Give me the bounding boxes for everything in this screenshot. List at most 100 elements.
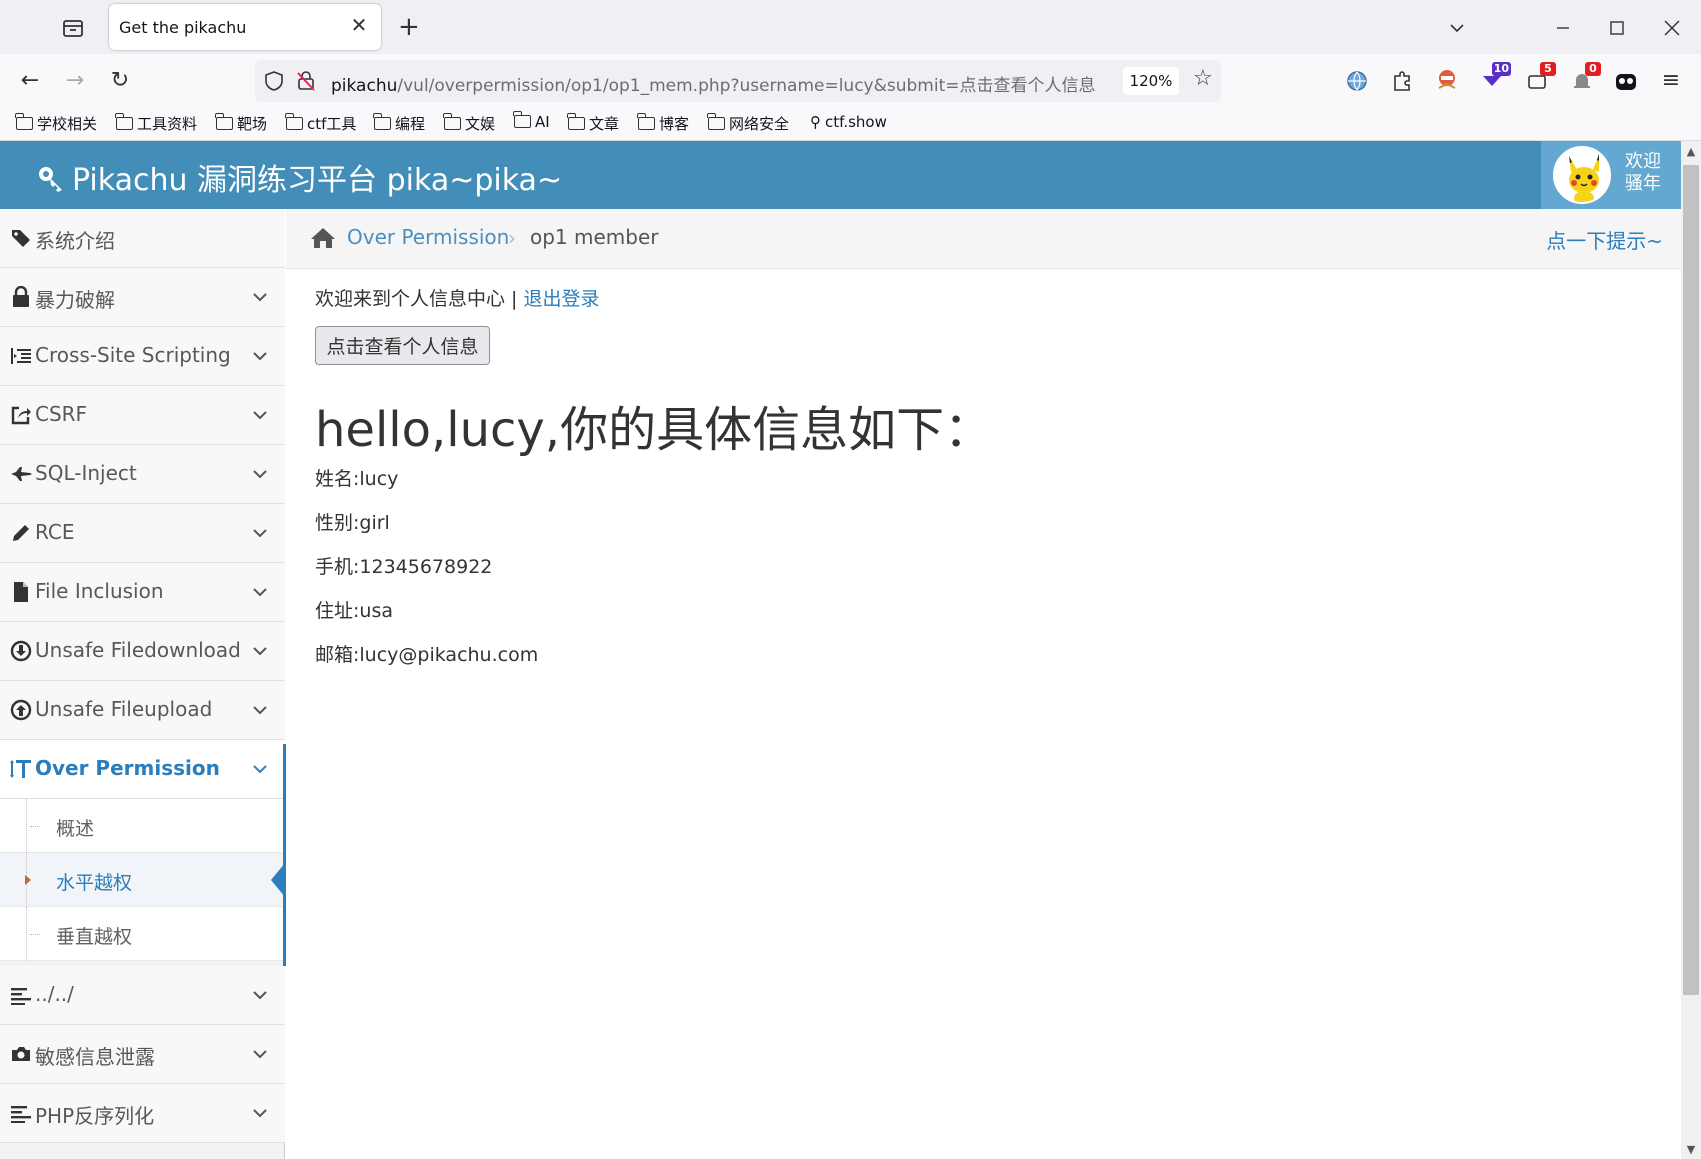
welcome-line-1: 欢迎 — [1625, 151, 1661, 172]
menu-icon[interactable]: ≡ — [1656, 66, 1686, 96]
sidebar-item-brute-force[interactable]: 暴力破解 — [0, 268, 285, 327]
tree-line — [26, 799, 27, 853]
sidebar-item-rce[interactable]: RCE — [0, 504, 285, 563]
folder-icon — [707, 113, 725, 130]
sidebar-sub-item-vertical[interactable]: 垂直越权 — [0, 907, 285, 961]
bookmark-folder[interactable]: 靶场 — [215, 113, 267, 134]
page-header: Pikachu 漏洞练习平台 pika~pika~ 欢迎 骚年 — [0, 141, 1681, 209]
back-icon[interactable]: ← — [15, 66, 45, 96]
sidebar-item-over-permission[interactable]: Over Permission — [0, 740, 285, 799]
monitor-extension-icon[interactable]: 5 — [1524, 62, 1556, 94]
breadcrumb-link-over-permission[interactable]: Over Permission — [347, 225, 509, 249]
sidebar-sub-item-horizontal[interactable]: 水平越权 — [0, 853, 285, 907]
scroll-down-icon[interactable]: ▼ — [1684, 1143, 1698, 1156]
sidebar-item-label: CSRF — [35, 402, 88, 426]
forward-icon[interactable]: → — [60, 66, 90, 96]
bookmark-folder[interactable]: 网络安全 — [707, 113, 789, 134]
sidebar-item-intro[interactable]: 系统介绍 — [0, 209, 285, 268]
tab-list-icon[interactable] — [60, 16, 86, 40]
scroll-thumb[interactable] — [1683, 165, 1699, 995]
sidebar-sub-item-overview[interactable]: 概述 — [0, 799, 285, 853]
tags-icon — [12, 230, 30, 247]
stop-extension-icon[interactable] — [1434, 68, 1460, 94]
sidebar-item-unsafe-filedownload[interactable]: Unsafe Filedownload — [0, 622, 285, 681]
new-tab-icon[interactable]: + — [398, 12, 420, 42]
home-icon[interactable] — [310, 226, 336, 250]
bell-badge: 0 — [1585, 62, 1601, 76]
bookmark-label: AI — [535, 113, 550, 131]
bookmark-label: 文娱 — [465, 115, 496, 133]
bookmark-label: ctf.show — [825, 113, 887, 131]
folder-icon — [637, 113, 655, 130]
sidebar-item-xss[interactable]: Cross-Site Scripting — [0, 327, 285, 386]
scroll-up-icon[interactable]: ▲ — [1684, 145, 1698, 158]
list-indent-icon — [11, 348, 31, 364]
tab-overflow-chevron-icon[interactable] — [1443, 14, 1471, 42]
folder-icon — [567, 113, 585, 130]
welcome-line: 欢迎来到个人信息中心 | 退出登录 — [315, 284, 600, 311]
insecure-lock-icon[interactable] — [295, 70, 317, 92]
view-info-button[interactable]: 点击查看个人信息 — [315, 326, 490, 365]
sidebar-item-csrf[interactable]: CSRF — [0, 386, 285, 445]
download-circle-icon — [10, 640, 32, 662]
bell-extension-icon[interactable]: 0 — [1569, 62, 1601, 94]
folder-icon — [115, 113, 133, 130]
close-window-icon[interactable] — [1658, 14, 1686, 42]
chevron-down-icon — [253, 588, 267, 597]
sidebar-item-php-unserialize[interactable]: PHP反序列化 — [0, 1084, 285, 1143]
pikachu-avatar-icon — [1569, 154, 1599, 202]
logout-link[interactable]: 退出登录 — [523, 288, 599, 310]
bookmark-label: 编程 — [395, 115, 426, 133]
bookmark-folder[interactable]: ctf工具 — [285, 113, 356, 134]
chevron-down-icon — [253, 293, 267, 302]
bookmark-folder[interactable]: 学校相关 — [15, 113, 97, 134]
url-text[interactable]: pikachu/vul/overpermission/op1/op1_mem.p… — [331, 71, 1095, 96]
tab-close-icon[interactable]: ✕ — [347, 13, 371, 37]
tree-line — [26, 907, 27, 961]
bookmark-folder[interactable]: AI — [513, 111, 550, 131]
user-menu[interactable]: 欢迎 骚年 — [1541, 141, 1681, 209]
brand[interactable]: Pikachu 漏洞练习平台 pika~pika~ — [36, 155, 562, 199]
bookmark-folder[interactable]: 文章 — [567, 113, 620, 134]
bookmark-folder[interactable]: 工具资料 — [115, 113, 197, 134]
bookmark-star-icon[interactable]: ☆ — [1193, 66, 1213, 91]
minimize-icon[interactable] — [1549, 14, 1577, 42]
sidebar: 系统介绍 暴力破解 Cross-Site Scripting CSRF SQL-… — [0, 209, 285, 1159]
puzzle-extension-icon[interactable] — [1389, 68, 1415, 94]
bookmark-folder[interactable]: 编程 — [373, 113, 426, 134]
reload-icon[interactable]: ↻ — [105, 66, 135, 96]
folder-icon — [215, 113, 233, 130]
sidebar-item-file-inclusion[interactable]: File Inclusion — [0, 563, 285, 622]
bookmark-link[interactable]: ⚲ ctf.show — [810, 113, 887, 131]
globe-extension-icon[interactable] — [1344, 68, 1370, 94]
tab-title: Get the pikachu — [119, 18, 247, 37]
zoom-level[interactable]: 120% — [1123, 67, 1179, 95]
sidebar-item-sql-inject[interactable]: SQL-Inject — [0, 445, 285, 504]
mask-extension-icon[interactable] — [1613, 68, 1639, 94]
ublock-badge: 10 — [1491, 62, 1511, 76]
bookmark-label: 文章 — [589, 115, 620, 133]
browser-nav-bar: ← → ↻ pikachu/vul/overpermission/op1/op1… — [0, 54, 1701, 108]
camera-icon — [12, 1047, 30, 1061]
chevron-down-icon — [253, 470, 267, 479]
sidebar-item-path-traversal[interactable]: ../../ — [0, 966, 285, 1025]
chevron-down-icon — [253, 411, 267, 420]
hint-link[interactable]: 点一下提示~ — [1546, 225, 1663, 254]
sidebar-item-label: 暴力破解 — [35, 288, 115, 312]
url-path: /vul/overpermission/op1/op1_mem.php?user… — [397, 76, 1096, 96]
shield-icon[interactable] — [263, 70, 285, 92]
sidebar-item-info-leak[interactable]: 敏感信息泄露 — [0, 1025, 285, 1084]
browser-tab[interactable]: Get the pikachu ✕ — [109, 4, 381, 50]
chevron-down-icon — [253, 1050, 267, 1059]
url-bar[interactable]: pikachu/vul/overpermission/op1/op1_mem.p… — [255, 60, 1221, 102]
ublock-extension-icon[interactable]: 10 — [1479, 62, 1511, 94]
sidebar-item-unsafe-fileupload[interactable]: Unsafe Fileupload — [0, 681, 285, 740]
bookmark-folder[interactable]: 博客 — [637, 113, 690, 134]
key-icon — [39, 167, 62, 192]
maximize-icon[interactable] — [1603, 14, 1631, 42]
bookmark-label: 博客 — [659, 115, 690, 133]
chevron-down-icon — [253, 352, 267, 361]
sidebar-item-label: Over Permission — [35, 756, 220, 780]
page-scrollbar[interactable]: ▲ ▼ — [1681, 141, 1701, 1159]
bookmark-folder[interactable]: 文娱 — [443, 113, 496, 134]
